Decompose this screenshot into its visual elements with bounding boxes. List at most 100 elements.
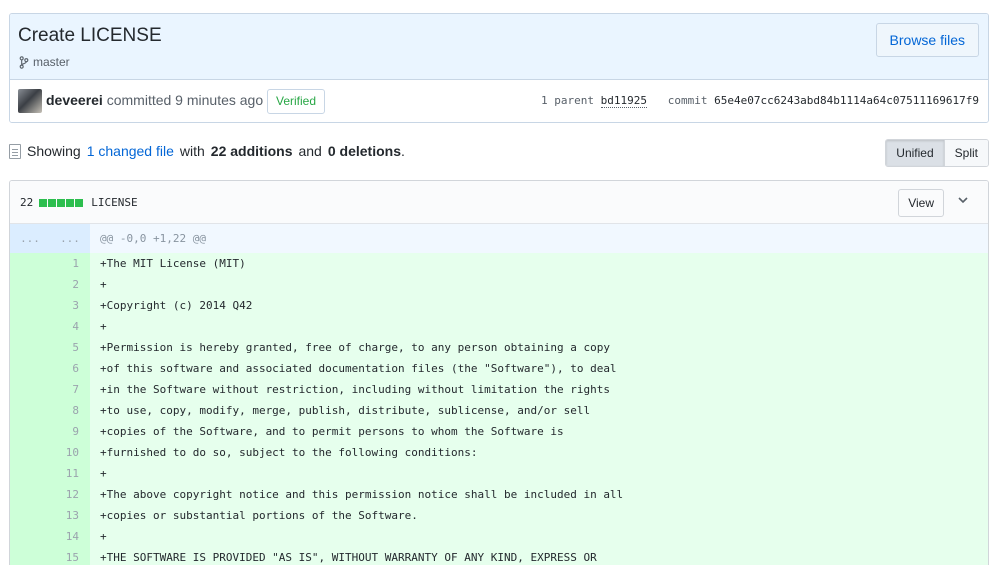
old-line-number[interactable] <box>10 316 50 337</box>
line-code: +of this software and associated documen… <box>90 358 988 379</box>
chevron-down-icon[interactable] <box>956 193 970 207</box>
old-line-number[interactable] <box>10 547 50 565</box>
diff-line: 11 + <box>10 463 988 484</box>
old-line-number[interactable] <box>10 442 50 463</box>
old-line-number[interactable] <box>10 463 50 484</box>
diff-line: 12 +The above copyright notice and this p… <box>10 484 988 505</box>
diff-lines: 1 +The MIT License (MIT) 2 +3 +Copyright (c)… <box>10 253 988 565</box>
diff-line: 9 +copies of the Software, and to permit … <box>10 421 988 442</box>
parent-label: 1 parent <box>541 94 594 107</box>
commit-header: Create LICENSE master Browse files <box>10 14 988 80</box>
committed-time: committed 9 minutes ago <box>106 92 264 108</box>
view-file-button[interactable]: View <box>898 189 944 217</box>
new-line-number[interactable]: 9 <box>50 421 90 442</box>
commit-box: Create LICENSE master Browse files devee… <box>9 13 989 123</box>
line-code: + <box>90 526 988 547</box>
old-line-number[interactable] <box>10 253 50 274</box>
diff-line: 6 +of this software and associated docume… <box>10 358 988 379</box>
commit-label: commit <box>667 94 708 107</box>
line-code: +in the Software without restriction, in… <box>90 379 988 400</box>
new-line-number[interactable]: 5 <box>50 337 90 358</box>
diff-line: 13 +copies or substantial portions of the… <box>10 505 988 526</box>
old-line-number[interactable] <box>10 379 50 400</box>
new-line-number[interactable]: 3 <box>50 295 90 316</box>
commit-title: Create LICENSE <box>18 25 162 46</box>
line-code: + <box>90 463 988 484</box>
old-line-number[interactable] <box>10 400 50 421</box>
avatar[interactable] <box>18 89 42 113</box>
author-link[interactable]: deveerei <box>46 92 103 108</box>
branch-icon <box>19 55 29 69</box>
diffstat-blocks-icon <box>39 198 84 207</box>
new-line-number[interactable]: 6 <box>50 358 90 379</box>
old-line-number[interactable] <box>10 526 50 547</box>
diff-summary-text: Showing 1 changed file with 22 additions… <box>9 143 405 159</box>
old-line-number[interactable] <box>10 358 50 379</box>
old-line-number[interactable] <box>10 505 50 526</box>
new-line-number[interactable]: 11 <box>50 463 90 484</box>
hunk-range: @@ -0,0 +1,22 @@ <box>100 232 206 245</box>
split-view-button[interactable]: Split <box>944 140 988 166</box>
line-code: +furnished to do so, subject to the foll… <box>90 442 988 463</box>
diff-line: 3 +Copyright (c) 2014 Q42 <box>10 295 988 316</box>
diff-line: 15 +THE SOFTWARE IS PROVIDED "AS IS", WIT… <box>10 547 988 565</box>
showing-label: Showing <box>27 143 81 159</box>
line-code: +Copyright (c) 2014 Q42 <box>90 295 988 316</box>
old-line-number[interactable] <box>10 484 50 505</box>
parent-info: 1 parent bd11925 <box>541 94 647 108</box>
new-line-number[interactable]: 8 <box>50 400 90 421</box>
file-diff: 22 LICENSE View ... ... @@ -0,0 +1,22 @@… <box>9 180 989 565</box>
line-code: + <box>90 274 988 295</box>
old-line-number[interactable] <box>10 295 50 316</box>
new-line-number[interactable]: 15 <box>50 547 90 565</box>
new-line-number[interactable]: 14 <box>50 526 90 547</box>
diff-line: 4 + <box>10 316 988 337</box>
unified-view-button[interactable]: Unified <box>886 140 945 166</box>
branch-link[interactable]: master <box>33 55 70 69</box>
changed-files-link[interactable]: 1 changed file <box>87 143 174 159</box>
period: . <box>400 143 405 159</box>
new-line-number[interactable]: 13 <box>50 505 90 526</box>
additions-count: 22 additions <box>210 143 293 159</box>
diff-line: 2 + <box>10 274 988 295</box>
new-line-number[interactable]: 1 <box>50 253 90 274</box>
old-line-number[interactable] <box>10 274 50 295</box>
commit-meta: deveerei committed 9 minutes ago Verifie… <box>10 80 988 122</box>
diff-view-toggle: Unified Split <box>885 139 989 167</box>
diff-line: 7 +in the Software without restriction, i… <box>10 379 988 400</box>
line-code: +copies or substantial portions of the S… <box>90 505 988 526</box>
parent-sha-link[interactable]: bd11925 <box>600 94 647 108</box>
filename-link[interactable]: LICENSE <box>91 196 137 209</box>
diff-line: 10 +furnished to do so, subject to the fo… <box>10 442 988 463</box>
line-code: +The MIT License (MIT) <box>90 253 988 274</box>
browse-files-button[interactable]: Browse files <box>875 23 979 57</box>
and-label: and <box>298 143 322 159</box>
new-line-number[interactable]: 4 <box>50 316 90 337</box>
line-code: +to use, copy, modify, merge, publish, d… <box>90 400 988 421</box>
new-line-number[interactable]: 12 <box>50 484 90 505</box>
diffstat-count: 22 <box>20 196 34 209</box>
deletions-count: 0 deletions <box>327 143 401 159</box>
commit-author-line: deveerei committed 9 minutes ago <box>46 92 263 108</box>
commit-sha: 65e4e07cc6243abd84b1114a64c07511169617f9 <box>714 94 979 107</box>
new-line-number[interactable]: 10 <box>50 442 90 463</box>
new-line-number[interactable]: 2 <box>50 274 90 295</box>
line-code: +THE SOFTWARE IS PROVIDED "AS IS", WITHO… <box>90 547 988 565</box>
hunk-expand-right[interactable]: ... <box>50 224 90 253</box>
line-code: +copies of the Software, and to permit p… <box>90 421 988 442</box>
file-diff-icon <box>9 143 21 159</box>
diff-line: 8 +to use, copy, modify, merge, publish, … <box>10 400 988 421</box>
diffstat: 22 LICENSE <box>20 196 138 209</box>
diff-line: 1 +The MIT License (MIT) <box>10 253 988 274</box>
hunk-header: ... ... @@ -0,0 +1,22 @@ <box>10 224 988 253</box>
line-code: +The above copyright notice and this per… <box>90 484 988 505</box>
old-line-number[interactable] <box>10 421 50 442</box>
file-header: 22 LICENSE View <box>10 181 988 224</box>
diff-line: 5 +Permission is hereby granted, free of … <box>10 337 988 358</box>
diff-summary: Showing 1 changed file with 22 additions… <box>9 139 989 168</box>
hunk-expand-left[interactable]: ... <box>10 224 50 253</box>
verified-badge[interactable]: Verified <box>267 89 326 114</box>
new-line-number[interactable]: 7 <box>50 379 90 400</box>
old-line-number[interactable] <box>10 337 50 358</box>
with-label: with <box>179 143 205 159</box>
